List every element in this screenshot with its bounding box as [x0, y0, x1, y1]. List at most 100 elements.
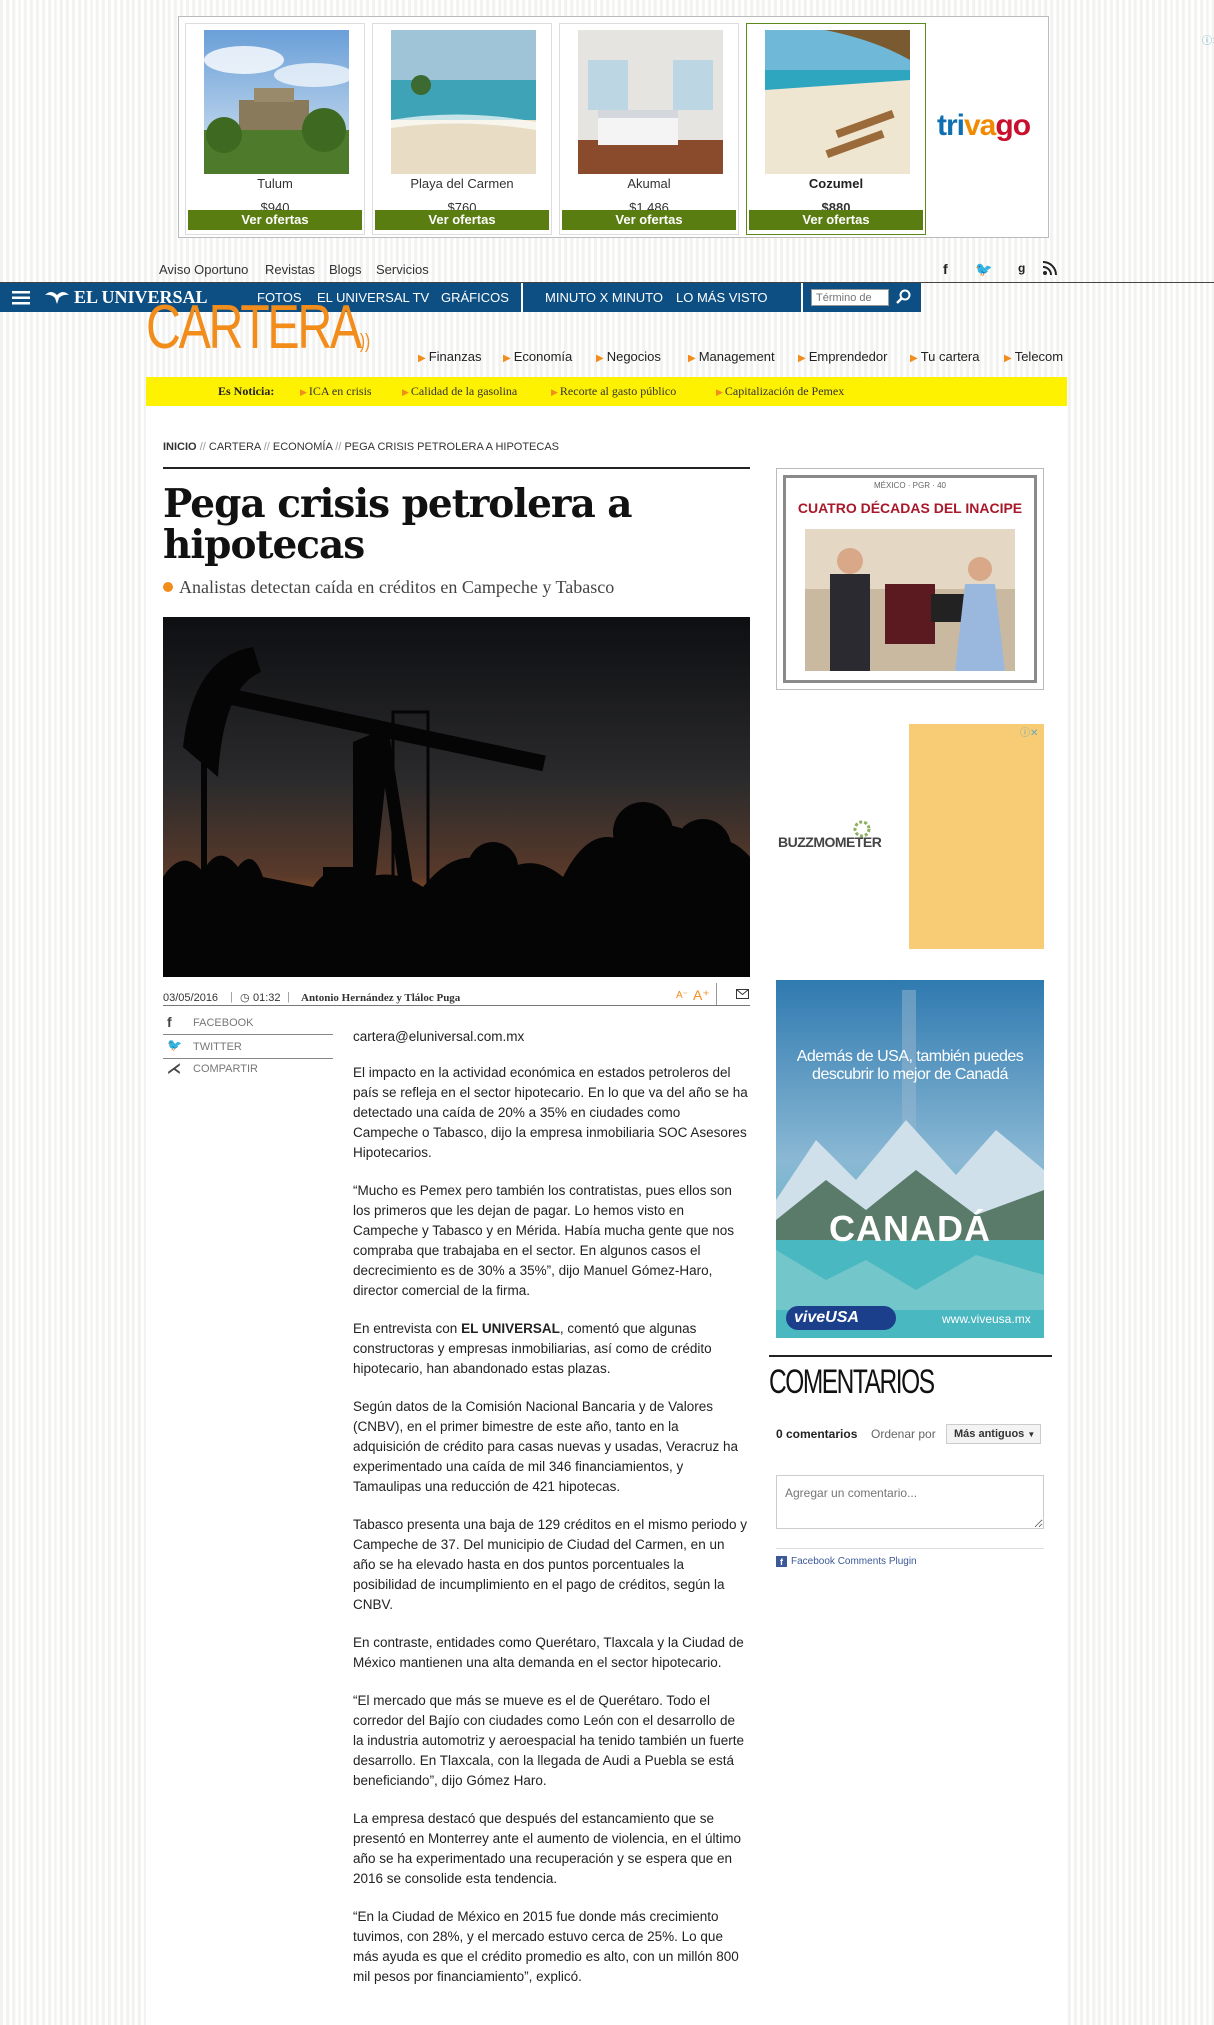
article-paragraph: Tabasco presenta una baja de 129 crédito… [353, 1517, 747, 1612]
canada-image [776, 980, 1044, 1338]
ver-ofertas-button[interactable]: Ver ofertas [188, 210, 362, 230]
ad-color-panel [909, 724, 1044, 949]
cartera-logo[interactable]: CARTERA)) [146, 292, 370, 363]
cozumel-image [765, 30, 910, 174]
revistas-link[interactable]: Revistas [265, 262, 315, 277]
canada-text: Además de USA, también puedes descubrir … [796, 1048, 1024, 1083]
utility-bar: Aviso Oportuno Revistas Blogs Servicios … [0, 256, 1214, 284]
noticia-ica[interactable]: ▶ ICA en crisis [300, 384, 372, 399]
order-select[interactable]: Más antiguos ▼ [946, 1424, 1041, 1444]
triangle-icon: ▶ [418, 353, 426, 364]
noticia-label: Calidad de la gasolina [410, 384, 518, 398]
inacipe-title: CUATRO DÉCADAS DEL INACIPE [797, 500, 1023, 516]
font-increase-icon[interactable]: A⁺ [693, 987, 710, 1004]
main-nav: EL UNIVERSAL FOTOS EL UNIVERSAL TV GRÁFI… [0, 283, 921, 312]
triangle-icon: ▶ [716, 387, 723, 397]
noticia-pemex[interactable]: ▶ Capitalización de Pemex [716, 384, 844, 399]
breadcrumb-inicio[interactable]: INICIO [163, 441, 197, 453]
hotel-card-cozumel[interactable]: Cozumel $880 Ver ofertas [746, 23, 926, 235]
section-economia[interactable]: ▶ Economía [503, 349, 572, 364]
section-tu-cartera[interactable]: ▶ Tu cartera [910, 349, 979, 364]
comment-textarea[interactable] [776, 1475, 1044, 1529]
section-negocios[interactable]: ▶ Negocios [596, 349, 661, 364]
hamburger-menu-icon[interactable] [12, 291, 30, 310]
article-paragraph: En entrevista con EL UNIVERSAL, comentó … [353, 1319, 748, 1379]
email-icon[interactable] [736, 989, 749, 1002]
twitter-icon: 🐦 [167, 1038, 182, 1052]
gear-icon [853, 820, 871, 838]
nav-minuto-x-minuto[interactable]: MINUTO X MINUTO [545, 290, 663, 305]
comments-title: COMENTARIOS [769, 1363, 935, 1401]
nav-separator [801, 283, 803, 312]
breadcrumb-current: PEGA CRISIS PETROLERA A HIPOTECAS [344, 441, 560, 453]
hotel-card-tulum[interactable]: Tulum $940 Ver ofertas [185, 23, 365, 235]
noticia-gasolina[interactable]: ▶ Calidad de la gasolina [402, 384, 517, 399]
order-label: Ordenar por [871, 1427, 936, 1441]
font-decrease-icon[interactable]: A⁻ [676, 990, 688, 1001]
tulum-image [204, 30, 349, 174]
inacipe-ad[interactable]: MÉXICO · PGR · 40 CUATRO DÉCADAS DEL INA… [776, 468, 1044, 690]
googleplus-icon[interactable]: g [1018, 261, 1025, 275]
article-paragraph: El impacto en la actividad económica en … [353, 1065, 748, 1160]
share-facebook[interactable]: f FACEBOOK [163, 1012, 333, 1035]
share-twitter[interactable]: 🐦 TWITTER [163, 1036, 333, 1059]
noticia-recorte[interactable]: ▶ Recorte al gasto público [551, 384, 676, 399]
noticia-label: Recorte al gasto público [559, 384, 677, 398]
article-email[interactable]: cartera@eluniversal.com.mx [353, 1027, 748, 1047]
search-icon[interactable] [896, 289, 912, 310]
breadcrumb-sep: // [335, 441, 342, 453]
section-label: Telecom [1014, 349, 1064, 364]
hotel-card-akumal[interactable]: Akumal $1,486 Ver ofertas [559, 23, 739, 235]
es-noticia-bar: Es Noticia: ▶ ICA en crisis ▶ Calidad de l… [146, 377, 1067, 406]
order-value: Más antiguos [954, 1428, 1025, 1440]
article-date: 03/05/2016 [163, 992, 219, 1004]
ver-ofertas-button[interactable]: Ver ofertas [375, 210, 549, 230]
share-label: TWITTER [193, 1041, 242, 1053]
clock-icon: ◷ [240, 992, 250, 1004]
blogs-link[interactable]: Blogs [329, 262, 362, 277]
inacipe-photo [805, 529, 1015, 671]
search-input[interactable] [811, 289, 889, 306]
adchoices-icon[interactable]: ⓘ✕ [1202, 32, 1214, 47]
ver-ofertas-button[interactable]: Ver ofertas [562, 210, 736, 230]
breadcrumb-cartera[interactable]: CARTERA [209, 441, 261, 453]
rss-icon: )) [359, 331, 371, 353]
facebook-icon[interactable]: f [943, 261, 948, 277]
section-management[interactable]: ▶ Management [688, 349, 775, 364]
breadcrumb-economia[interactable]: ECONOMÍA [273, 441, 332, 453]
noticia-label: ICA en crisis [308, 384, 372, 398]
canada-ad[interactable]: Además de USA, también puedes descubrir … [776, 980, 1044, 1338]
hotel-card-playa-del-carmen[interactable]: Playa del Carmen $760 Ver ofertas [372, 23, 552, 235]
nav-graficos[interactable]: GRÁFICOS [441, 290, 509, 305]
plugin-label: Facebook Comments Plugin [791, 1556, 917, 1567]
comments-rule [769, 1355, 1052, 1357]
facebook-comments-plugin[interactable]: f Facebook Comments Plugin [776, 1556, 917, 1567]
buzzmometer-ad[interactable]: ⓘ✕ BUZZMOMETER [776, 724, 1044, 949]
nav-lo-mas-visto[interactable]: LO MÁS VISTO [676, 290, 768, 305]
article-authors[interactable]: Antonio Hernández y Tláloc Puga [301, 992, 460, 1004]
trivago-ad[interactable]: Tulum $940 Ver ofertas Playa del Carmen … [178, 16, 1214, 238]
twitter-icon[interactable]: 🐦 [975, 261, 992, 278]
article-paragraph: “El mercado que más se mueve es el de Qu… [353, 1693, 744, 1788]
trivago-logo[interactable]: trivago [937, 109, 1031, 143]
section-finanzas[interactable]: ▶ Finanzas [418, 349, 481, 364]
section-telecom[interactable]: ▶ Telecom [1004, 349, 1063, 364]
servicios-link[interactable]: Servicios [376, 262, 429, 277]
share-label: COMPARTIR [193, 1063, 258, 1075]
aviso-oportuno-link[interactable]: Aviso Oportuno [159, 262, 248, 277]
ver-ofertas-button[interactable]: Ver ofertas [749, 210, 923, 230]
article-paragraph: La empresa destacó que después del estan… [353, 1811, 741, 1886]
facebook-icon: f [167, 1014, 172, 1030]
rss-icon[interactable] [1042, 261, 1057, 278]
adchoices-icon[interactable]: ⓘ✕ [1020, 724, 1038, 739]
meta-divider [716, 983, 717, 1005]
triangle-icon: ▶ [798, 353, 806, 364]
hotel-name: Playa del Carmen [410, 176, 514, 191]
article-time: 01:32 [253, 992, 281, 1004]
nav-separator [521, 283, 523, 312]
share-compartir[interactable]: ⋌ COMPARTIR [163, 1058, 333, 1080]
hotel-name: Cozumel [808, 176, 864, 191]
chevron-down-icon: ▼ [1027, 1430, 1036, 1439]
article-meta: 03/05/2016 | ◷ 01:32 | Antonio Hernández… [163, 983, 750, 1006]
section-emprendedor[interactable]: ▶ Emprendedor [798, 349, 887, 364]
